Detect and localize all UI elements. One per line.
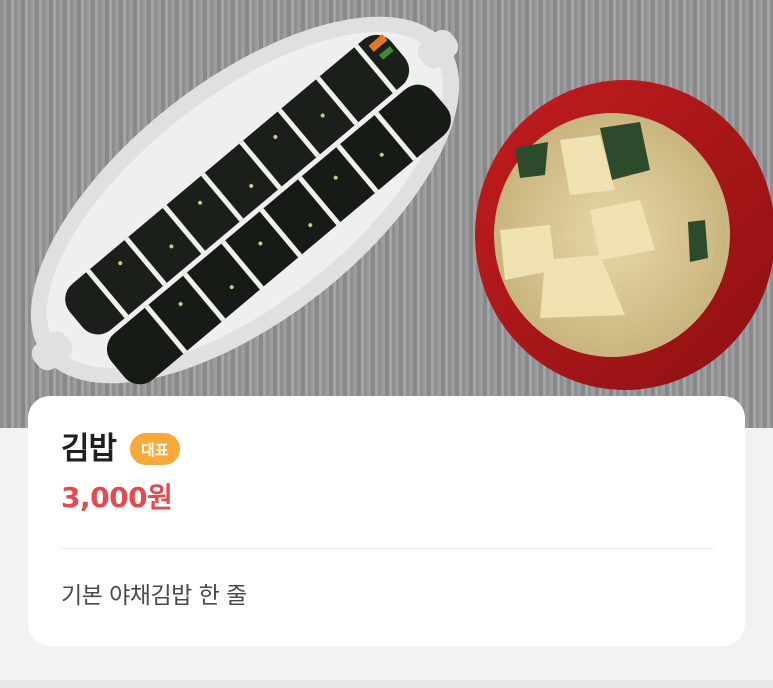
menu-item-name: 김밥 — [61, 431, 117, 467]
gimbap-soup-illustration — [30, 16, 773, 390]
divider — [61, 548, 713, 549]
signature-badge: 대표 — [130, 433, 180, 465]
bottom-separator — [0, 680, 773, 688]
soup-bowl — [475, 80, 773, 390]
menu-item-description: 기본 야채김밥 한 줄 — [61, 583, 247, 609]
menu-item-card: 김밥 대표 3,000원 기본 야채김밥 한 줄 — [28, 396, 745, 646]
title-row: 김밥 대표 — [61, 430, 180, 468]
menu-item-photo[interactable] — [0, 0, 773, 428]
menu-item-price: 3,000원 — [61, 481, 173, 514]
